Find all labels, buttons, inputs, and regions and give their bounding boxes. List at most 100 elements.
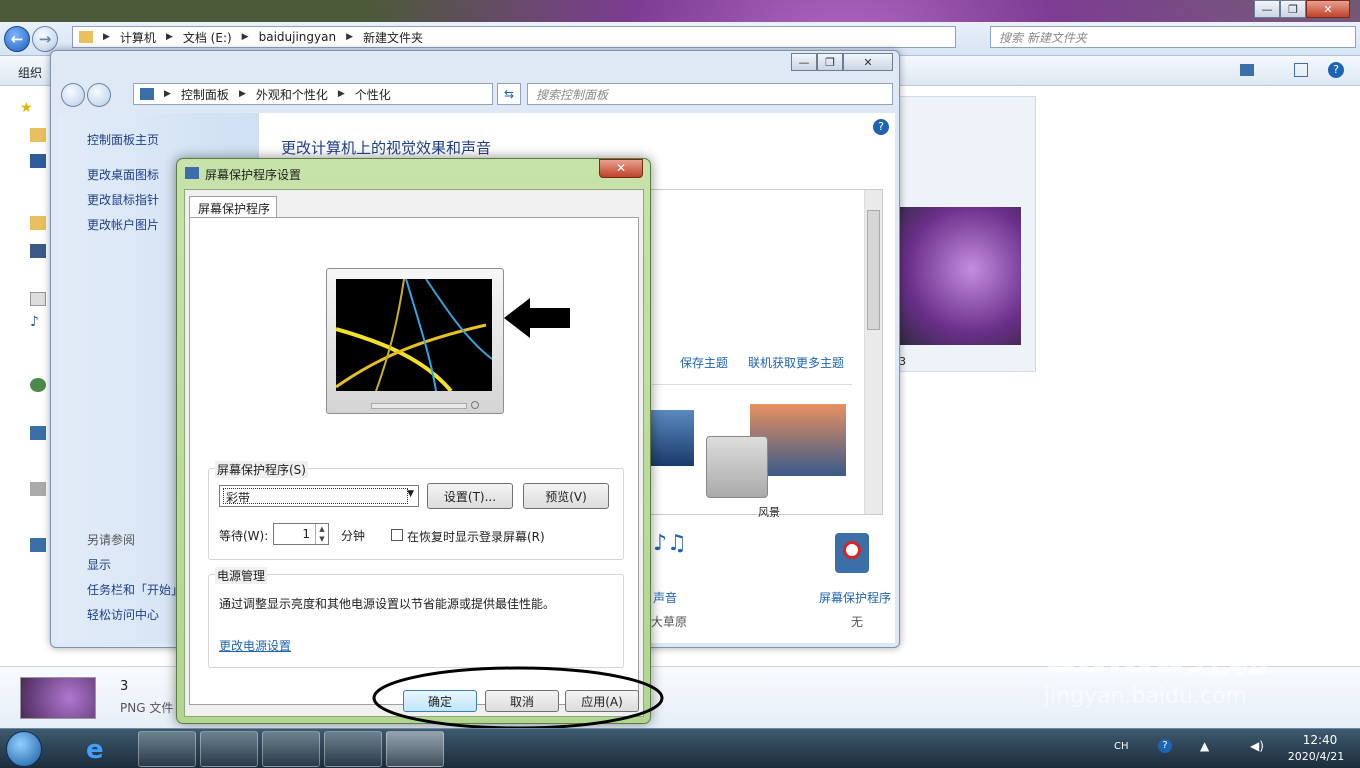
ease-of-access-link[interactable]: 轻松访问中心 xyxy=(87,606,159,623)
screensaver-group-label: 屏幕保护程序(S) xyxy=(215,461,308,478)
desktop-icon[interactable] xyxy=(30,154,46,168)
language-indicator[interactable]: CH xyxy=(1114,741,1129,752)
control-panel-icon xyxy=(140,88,154,100)
theme-thumbnail[interactable] xyxy=(650,410,694,466)
forward-button[interactable]: → xyxy=(32,26,58,52)
screensaver-value: 无 xyxy=(851,615,864,629)
arrow-left-icon: ← xyxy=(10,30,24,48)
organize-menu[interactable]: 组织 xyxy=(18,64,42,81)
cp-breadcrumb[interactable]: ▶ 控制面板 ▶ 外观和个性化 ▶ 个性化 xyxy=(133,83,493,105)
back-button[interactable] xyxy=(61,83,85,107)
forward-button[interactable] xyxy=(87,83,111,107)
sound-icon[interactable]: ♪♫ xyxy=(653,531,687,556)
change-mouse-pointer-link[interactable]: 更改鼠标指针 xyxy=(87,191,159,208)
cp-search-placeholder: 搜索控制面板 xyxy=(536,87,609,102)
details-thumbnail xyxy=(20,677,96,719)
crumb-appearance[interactable]: 外观和个性化 xyxy=(256,86,328,103)
explorer-breadcrumb[interactable]: ▶ 计算机 ▶ 文档 (E:) ▶ baidujingyan ▶ 新建文件夹 xyxy=(72,26,956,48)
screensaver-select[interactable]: 彩带 ▼ xyxy=(219,485,419,507)
preview-button[interactable]: 预览(V) xyxy=(523,483,609,509)
power-led-icon xyxy=(471,401,479,409)
folder-icon[interactable] xyxy=(30,128,46,142)
crumb-drive[interactable]: 文档 (E:) xyxy=(183,29,232,46)
explorer-search-input[interactable]: 搜索 新建文件夹 xyxy=(990,26,1356,48)
start-button[interactable] xyxy=(6,731,42,767)
help-icon[interactable]: ? xyxy=(1158,739,1172,753)
stepper-arrows-icon[interactable]: ▲ ▼ xyxy=(315,524,328,544)
dialog-body: 屏幕保护程序 屏幕保护程序(S) 彩带 ▼ 设置(T)... 预览(V) 等待(… xyxy=(184,189,644,717)
annotation-arrow-icon xyxy=(504,298,570,338)
details-file-name: 3 xyxy=(120,679,129,694)
maximize-button[interactable]: ❐ xyxy=(1280,0,1306,18)
display-link[interactable]: 显示 xyxy=(87,556,111,573)
selected-theme-thumbnail[interactable] xyxy=(706,436,768,498)
tab-screensaver[interactable]: 屏幕保护程序 xyxy=(189,196,277,218)
crumb-folder[interactable]: baidujingyan xyxy=(259,30,336,44)
homegroup-icon[interactable] xyxy=(30,378,46,392)
see-also-title: 另请参阅 xyxy=(87,533,136,547)
cp-home-link[interactable]: 控制面板主页 xyxy=(87,131,159,148)
libraries-icon[interactable] xyxy=(30,216,46,230)
explorer-taskbar-icon[interactable] xyxy=(324,731,382,767)
video-icon[interactable] xyxy=(30,244,46,258)
network-icon[interactable] xyxy=(30,538,46,552)
drive-icon[interactable] xyxy=(30,482,46,496)
document-icon[interactable] xyxy=(30,292,46,306)
details-file-type: PNG 文件 xyxy=(120,701,174,715)
image-thumbnail xyxy=(897,207,1021,345)
screensaver-icon[interactable] xyxy=(835,533,869,573)
arrow-right-icon: → xyxy=(38,30,52,48)
crumb-personalization[interactable]: 个性化 xyxy=(355,86,391,103)
tab-panel: 屏幕保护程序(S) 彩带 ▼ 设置(T)... 预览(V) 等待(W): 1 ▲… xyxy=(189,217,639,705)
close-button[interactable]: ✕ xyxy=(1306,0,1350,18)
close-button[interactable]: ✕ xyxy=(843,53,893,71)
change-power-settings-link[interactable]: 更改电源设置 xyxy=(219,637,291,654)
favorites-star-icon[interactable]: ★ xyxy=(20,100,33,116)
view-icon[interactable] xyxy=(1240,64,1254,76)
help-icon[interactable]: ? xyxy=(873,119,889,135)
preview-pane-icon[interactable] xyxy=(1294,63,1308,77)
back-button[interactable]: ← xyxy=(4,26,30,52)
ie-icon[interactable]: e xyxy=(86,735,104,765)
minimize-button[interactable]: — xyxy=(1254,0,1280,18)
taskbar-link[interactable]: 任务栏和「开始」 xyxy=(87,581,183,598)
dialog-title: 屏幕保护程序设置 xyxy=(205,168,302,182)
help-icon[interactable]: ? xyxy=(1328,62,1344,78)
close-button[interactable]: ✕ xyxy=(599,159,643,178)
taskbar-app-bird-icon[interactable] xyxy=(138,731,196,767)
firefox-icon[interactable] xyxy=(200,731,258,767)
volume-icon[interactable]: ◀) xyxy=(1250,739,1264,753)
save-theme-link[interactable]: 保存主题 xyxy=(680,354,728,371)
theme-scrollbar[interactable] xyxy=(864,190,882,514)
crumb-computer[interactable]: 计算机 xyxy=(120,29,156,46)
refresh-icon[interactable]: ⇆ xyxy=(497,83,521,105)
power-description: 通过调整显示亮度和其他电源设置以节省能源或提供最佳性能。 xyxy=(219,597,556,611)
folder-icon xyxy=(79,31,93,43)
clock-date[interactable]: 2020/4/21 xyxy=(1276,750,1356,763)
settings-button[interactable]: 设置(T)... xyxy=(427,483,513,509)
maximize-button[interactable]: ❐ xyxy=(817,53,843,71)
cp-search-input[interactable]: 搜索控制面板 xyxy=(527,83,893,105)
crumb-subfolder[interactable]: 新建文件夹 xyxy=(363,29,423,46)
crumb-control-panel[interactable]: 控制面板 xyxy=(181,86,229,103)
clock-time[interactable]: 12:40 xyxy=(1290,733,1350,747)
change-account-picture-link[interactable]: 更改帐户图片 xyxy=(87,216,159,233)
minimize-button[interactable]: — xyxy=(791,53,817,71)
screensaver-taskbar-icon[interactable] xyxy=(386,731,444,767)
explorer-caption-buttons: — ❐ ✕ xyxy=(1254,0,1350,18)
screensaver-link[interactable]: 屏幕保护程序 xyxy=(819,589,891,606)
tray-arrow-icon[interactable]: ▲ xyxy=(1200,739,1209,753)
computer-icon[interactable] xyxy=(30,426,46,440)
ribbons-preview xyxy=(336,279,492,391)
change-desktop-icons-link[interactable]: 更改桌面图标 xyxy=(87,166,159,183)
sound-link[interactable]: 声音 xyxy=(653,589,677,606)
resume-checkbox[interactable] xyxy=(391,529,403,541)
cp-caption-buttons: — ❐ ✕ xyxy=(791,53,893,71)
resume-checkbox-label: 在恢复时显示登录屏幕(R) xyxy=(407,530,545,544)
get-more-themes-link[interactable]: 联机获取更多主题 xyxy=(748,354,844,371)
music-icon[interactable]: ♪ xyxy=(30,314,39,330)
monitor-stand xyxy=(371,403,467,409)
control-panel-taskbar-icon[interactable] xyxy=(262,731,320,767)
chevron-down-icon: ▼ xyxy=(407,489,414,499)
screensaver-group: 屏幕保护程序(S) 彩带 ▼ 设置(T)... 预览(V) 等待(W): 1 ▲… xyxy=(208,461,624,560)
